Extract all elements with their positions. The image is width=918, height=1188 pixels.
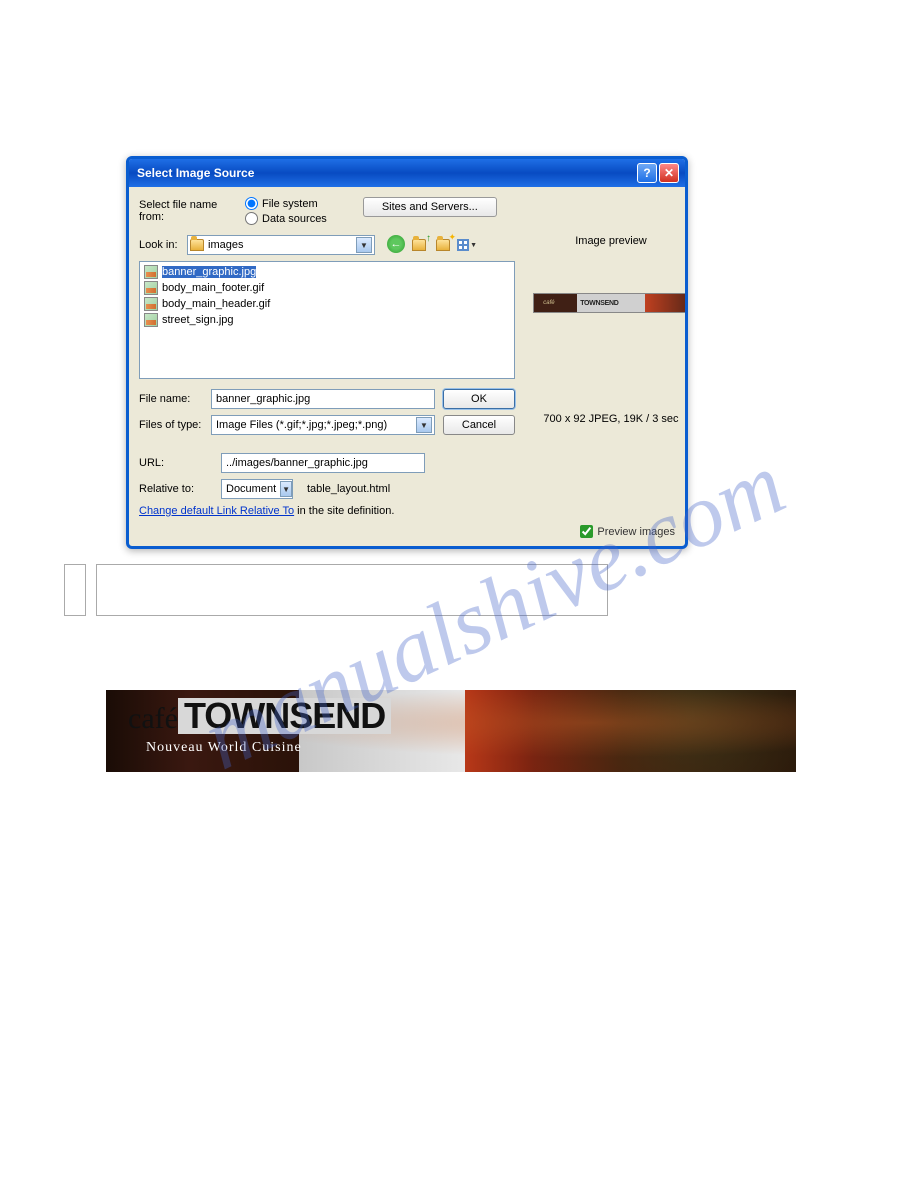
image-preview-label: Image preview: [533, 235, 688, 247]
file-item[interactable]: street_sign.jpg: [142, 312, 512, 328]
titlebar: Select Image Source ? ✕: [129, 159, 685, 187]
filetype-dropdown[interactable]: Image Files (*.gif;*.jpg;*.jpeg;*.png) ▼: [211, 415, 435, 435]
relative-to-label: Relative to:: [139, 483, 205, 495]
banner-tagline: Nouveau World Cuisine: [146, 740, 391, 756]
dropdown-arrow-icon: ▼: [416, 417, 432, 433]
image-file-icon: [144, 265, 158, 279]
back-icon[interactable]: ←: [387, 235, 405, 253]
note-text-box: [96, 564, 608, 616]
banner-cafe-text: café: [128, 702, 178, 735]
folder-icon: [190, 239, 204, 251]
cancel-button[interactable]: Cancel: [443, 415, 515, 435]
file-name: banner_graphic.jpg: [162, 266, 256, 278]
view-menu-icon[interactable]: ▼: [457, 235, 477, 255]
image-file-icon: [144, 297, 158, 311]
lookin-label: Look in:: [139, 239, 181, 251]
image-file-icon: [144, 313, 158, 327]
help-button[interactable]: ?: [637, 163, 657, 183]
filename-label: File name:: [139, 393, 205, 405]
dropdown-arrow-icon: ▼: [356, 237, 372, 253]
file-name: body_main_footer.gif: [162, 282, 264, 294]
radio-data-sources[interactable]: Data sources: [245, 212, 327, 225]
file-item[interactable]: body_main_header.gif: [142, 296, 512, 312]
thumb-brand-text: TOWNSEND: [580, 300, 618, 307]
new-folder-icon[interactable]: ✦: [433, 235, 453, 255]
preview-images-checkbox[interactable]: [580, 525, 593, 538]
relative-to-dropdown[interactable]: Document ▼: [221, 479, 293, 499]
radio-file-system[interactable]: File system: [245, 197, 327, 210]
file-name: street_sign.jpg: [162, 314, 234, 326]
relative-to-value: Document: [222, 483, 280, 495]
close-button[interactable]: ✕: [659, 163, 679, 183]
banner-brand-text: TOWNSEND: [178, 698, 391, 734]
lookin-value: images: [208, 239, 356, 251]
url-input[interactable]: [221, 453, 425, 473]
change-default-suffix: in the site definition.: [294, 505, 394, 517]
radio-file-system-input[interactable]: [245, 197, 258, 210]
file-item[interactable]: banner_graphic.jpg: [142, 264, 512, 280]
select-from-label: Select file name from:: [139, 197, 239, 223]
lookin-dropdown[interactable]: images ▼: [187, 235, 375, 255]
thumb-cafe-text: café: [543, 300, 554, 306]
radio-data-sources-input[interactable]: [245, 212, 258, 225]
change-default-link[interactable]: Change default Link Relative To: [139, 505, 294, 517]
image-preview-thumbnail: café TOWNSEND: [533, 293, 688, 313]
filename-input[interactable]: [211, 389, 435, 409]
file-item[interactable]: body_main_footer.gif: [142, 280, 512, 296]
file-name: body_main_header.gif: [162, 298, 270, 310]
select-image-dialog: Select Image Source ? ✕ Select file name…: [126, 156, 688, 549]
relative-to-filename: table_layout.html: [307, 483, 390, 495]
up-folder-icon[interactable]: ↑: [409, 235, 429, 255]
radio-file-system-label: File system: [262, 198, 318, 210]
note-icon-box: [64, 564, 86, 616]
banner-image: caféTOWNSEND Nouveau World Cuisine: [106, 690, 796, 772]
sites-servers-button[interactable]: Sites and Servers...: [363, 197, 497, 217]
dropdown-arrow-icon: ▼: [280, 481, 292, 497]
ok-button[interactable]: OK: [443, 389, 515, 409]
image-preview-meta: 700 x 92 JPEG, 19K / 3 sec: [533, 413, 688, 425]
preview-images-label: Preview images: [597, 526, 675, 538]
filetype-label: Files of type:: [139, 419, 205, 431]
radio-data-sources-label: Data sources: [262, 213, 327, 225]
url-label: URL:: [139, 457, 205, 469]
file-list[interactable]: banner_graphic.jpg body_main_footer.gif …: [139, 261, 515, 379]
dialog-title: Select Image Source: [135, 166, 254, 180]
image-file-icon: [144, 281, 158, 295]
filetype-value: Image Files (*.gif;*.jpg;*.jpeg;*.png): [214, 419, 416, 431]
note-container: [64, 564, 608, 616]
